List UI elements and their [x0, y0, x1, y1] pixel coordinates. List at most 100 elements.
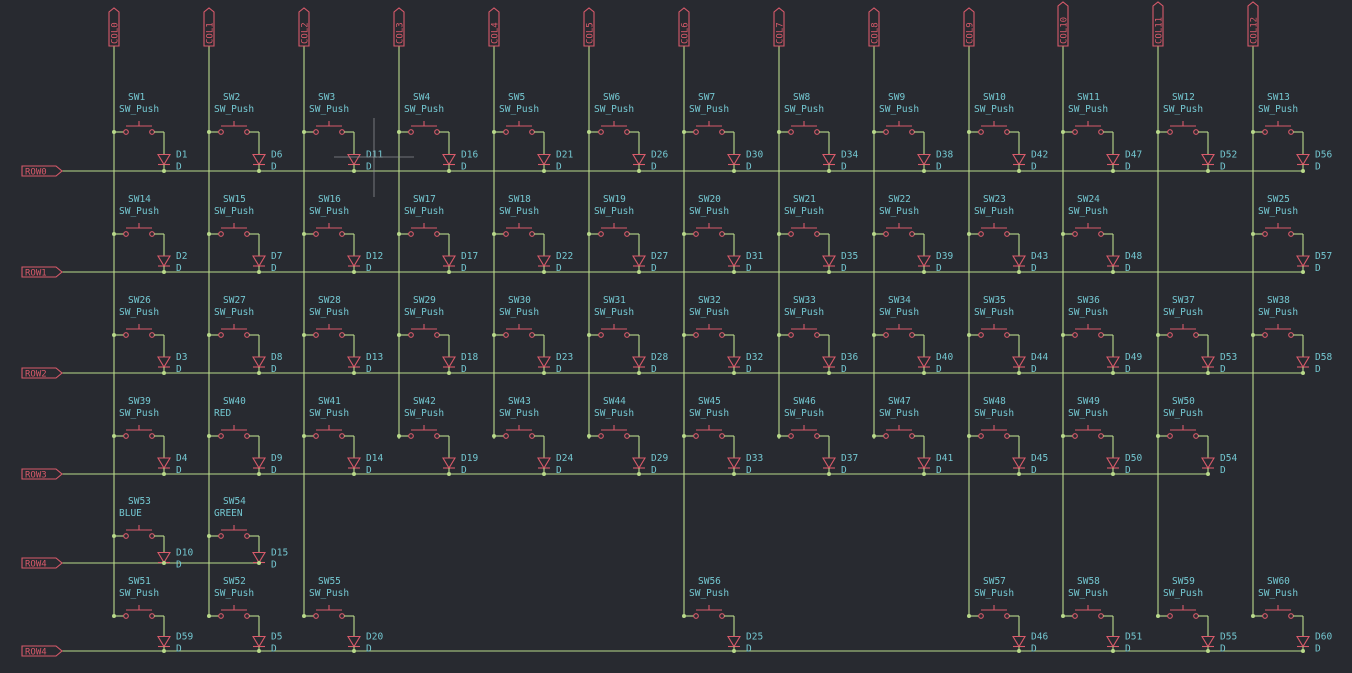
diode-triangle	[727, 255, 741, 268]
diode-value: D	[1031, 162, 1037, 173]
push-switch-symbol	[1061, 121, 1113, 135]
key-cell-sw51: SW51SW_Push D59D	[112, 576, 193, 655]
push-switch-symbol	[112, 525, 164, 539]
key-cell-sw36: SW36SW_Push D49D	[1061, 295, 1142, 375]
junction-dot	[257, 270, 261, 274]
switch-reference: SW32	[698, 295, 721, 306]
key-cell-sw30: SW30SW_Push D23D	[492, 295, 573, 375]
column-label: COL8	[871, 22, 881, 44]
switch-reference: SW37	[1172, 295, 1195, 306]
key-cell-sw28: SW28SW_Push D13D	[302, 295, 383, 375]
diode-triangle	[347, 153, 361, 166]
switch-value: SW_Push	[594, 408, 634, 419]
diode-triangle	[252, 457, 266, 470]
switch-contact-left	[123, 231, 129, 237]
diode-value: D	[366, 364, 372, 375]
diode-symbol	[1201, 132, 1215, 173]
switch-reference: SW46	[793, 396, 816, 407]
switch-contact-right	[1193, 433, 1199, 439]
junction-dot	[302, 614, 306, 618]
diode-triangle	[157, 356, 171, 369]
key-cell-sw12: SW12SW_Push D52D	[1156, 92, 1237, 173]
switch-value: SW_Push	[1258, 104, 1298, 115]
switch-reference: SW17	[413, 194, 436, 205]
junction-dot	[587, 333, 591, 337]
diode-symbol	[822, 436, 836, 476]
key-cell-sw27: SW27SW_Push D8D	[207, 295, 283, 375]
diode-reference: D41	[936, 453, 953, 464]
switch-reference: SW12	[1172, 92, 1195, 103]
switch-contact-right	[624, 332, 630, 338]
switch-contact-right	[244, 433, 250, 439]
diode-reference: D37	[841, 453, 858, 464]
junction-dot	[112, 130, 116, 134]
diode-reference: D5	[271, 632, 282, 643]
diode-triangle	[442, 255, 456, 268]
diode-reference: D36	[841, 352, 858, 363]
switch-contact-left	[883, 231, 889, 237]
switch-reference: SW8	[793, 92, 810, 103]
junction-dot	[1111, 472, 1115, 476]
junction-dot	[732, 270, 736, 274]
switch-contact-left	[218, 613, 224, 619]
switch-contact-right	[434, 433, 440, 439]
diode-symbol	[1201, 436, 1215, 476]
diode-symbol	[1106, 335, 1120, 375]
push-switch-symbol	[872, 425, 924, 439]
diode-value: D	[1031, 644, 1037, 655]
switch-contact-right	[624, 129, 630, 135]
switch-value: SW_Push	[309, 104, 349, 115]
switch-value: SW_Push	[974, 104, 1014, 115]
push-switch-symbol	[492, 324, 544, 338]
switch-contact-left	[1262, 231, 1268, 237]
diode-symbol	[347, 436, 361, 476]
diode-value: D	[271, 644, 277, 655]
diode-reference: D16	[461, 150, 478, 161]
key-cell-sw59: SW59SW_Push D55D	[1156, 576, 1237, 655]
diode-triangle	[1012, 457, 1026, 470]
row-net-row2: ROW2	[21, 367, 1303, 380]
key-cell-sw53: SW53BLUE D10D	[112, 496, 193, 571]
column-label: COL11	[1155, 17, 1165, 44]
switch-contact-right	[1193, 129, 1199, 135]
diode-reference: D48	[1125, 251, 1142, 262]
key-cell-sw7: SW7SW_Push D30D	[682, 92, 763, 173]
diode-value: D	[746, 644, 752, 655]
junction-dot	[1251, 130, 1255, 134]
switch-contact-left	[408, 231, 414, 237]
junction-dot	[112, 232, 116, 236]
diode-reference: D28	[651, 352, 668, 363]
diode-value: D	[1031, 465, 1037, 476]
row-net-row4: ROW4	[21, 645, 1303, 658]
junction-dot	[872, 130, 876, 134]
switch-contact-right	[624, 231, 630, 237]
diode-value: D	[271, 560, 277, 571]
push-switch-symbol	[112, 324, 164, 338]
junction-dot	[922, 169, 926, 173]
diode-reference: D45	[1031, 453, 1048, 464]
junction-dot	[827, 270, 831, 274]
switch-contact-right	[1288, 332, 1294, 338]
key-cell-sw15: SW15SW_Push D7D	[207, 194, 282, 274]
switch-reference: SW57	[983, 576, 1006, 587]
switch-value: SW_Push	[1258, 588, 1298, 599]
switch-contact-left	[503, 332, 509, 338]
switch-reference: SW29	[413, 295, 436, 306]
switch-contact-right	[149, 129, 155, 135]
switch-contact-right	[909, 231, 915, 237]
switch-value: SW_Push	[784, 104, 824, 115]
diode-triangle	[1012, 153, 1026, 166]
switch-contact-left	[693, 332, 699, 338]
switch-contact-right	[719, 332, 725, 338]
junction-dot	[397, 130, 401, 134]
switch-value: SW_Push	[594, 104, 634, 115]
switch-contact-right	[529, 332, 535, 338]
junction-dot	[162, 561, 166, 565]
switch-contact-left	[598, 129, 604, 135]
diode-symbol	[157, 234, 171, 274]
junction-dot	[542, 472, 546, 476]
key-cell-sw9: SW9SW_Push D38D	[872, 92, 953, 173]
junction-dot	[447, 270, 451, 274]
switch-contact-left	[313, 433, 319, 439]
switch-reference: SW52	[223, 576, 246, 587]
